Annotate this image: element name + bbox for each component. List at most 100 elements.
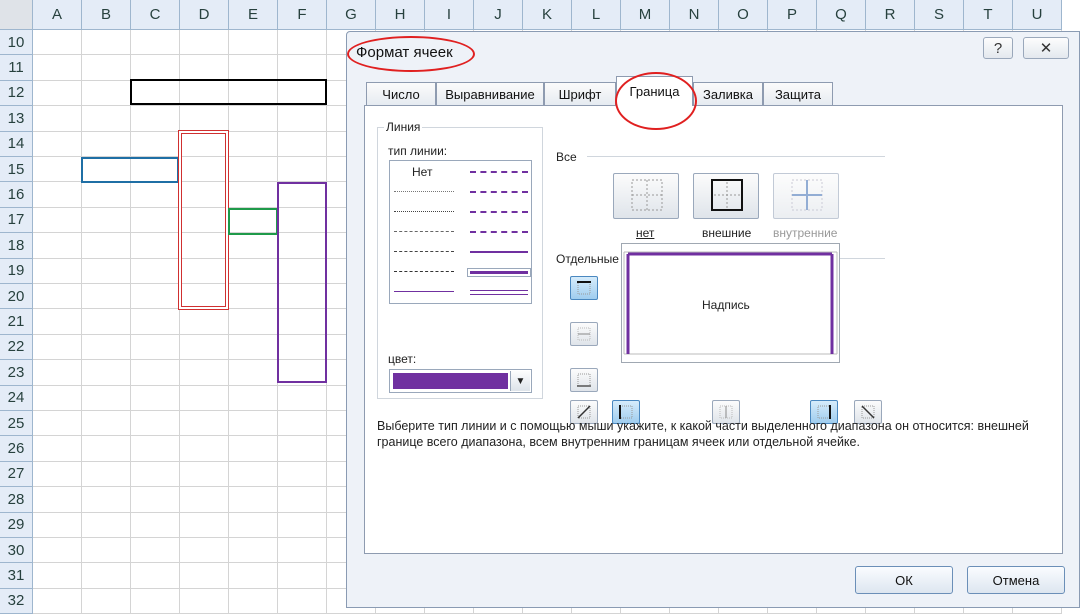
cell[interactable] (131, 360, 180, 386)
cell[interactable] (180, 436, 229, 462)
cell[interactable] (229, 106, 278, 132)
cell[interactable] (131, 563, 180, 589)
column-header-u[interactable]: U (1013, 0, 1062, 30)
cell[interactable] (229, 258, 278, 284)
column-header-e[interactable]: E (229, 0, 278, 30)
cell[interactable] (180, 385, 229, 411)
row-header-14[interactable]: 14 (0, 131, 33, 157)
cell[interactable] (33, 360, 82, 386)
cell[interactable] (131, 309, 180, 335)
cell[interactable] (131, 436, 180, 462)
cell[interactable] (82, 538, 131, 564)
cell[interactable] (82, 360, 131, 386)
cell[interactable] (131, 487, 180, 513)
cell[interactable] (278, 512, 327, 538)
cell[interactable] (180, 461, 229, 488)
row-header-31[interactable]: 31 (0, 563, 33, 589)
cell[interactable] (131, 538, 180, 564)
cell[interactable] (229, 233, 278, 259)
cell[interactable] (278, 157, 327, 183)
cell[interactable] (131, 284, 180, 310)
cell[interactable] (33, 55, 82, 81)
cell[interactable] (33, 284, 82, 310)
cell[interactable] (131, 461, 180, 488)
row-header-12[interactable]: 12 (0, 80, 33, 107)
line-style-slant-dashdot[interactable] (470, 191, 528, 193)
cell[interactable] (82, 487, 131, 513)
tab-number[interactable]: Число (366, 82, 436, 105)
row-header-23[interactable]: 23 (0, 360, 33, 386)
cell[interactable] (229, 131, 278, 157)
cell[interactable] (229, 30, 278, 56)
tab-font[interactable]: Шрифт (544, 82, 616, 105)
preset-outline-button[interactable] (693, 173, 759, 219)
column-header-g[interactable]: G (327, 0, 376, 30)
cell[interactable] (180, 30, 229, 56)
cell[interactable] (131, 55, 180, 81)
row-header-28[interactable]: 28 (0, 487, 33, 513)
cell[interactable] (278, 131, 327, 157)
cell[interactable] (229, 182, 278, 208)
cell[interactable] (229, 512, 278, 538)
cell[interactable] (229, 385, 278, 411)
row-header-32[interactable]: 32 (0, 588, 33, 614)
line-style-double[interactable] (470, 290, 528, 295)
cell[interactable] (33, 538, 82, 564)
cell[interactable] (229, 334, 278, 361)
cell[interactable] (33, 80, 82, 107)
cell[interactable] (131, 334, 180, 361)
column-header-m[interactable]: M (621, 0, 670, 30)
border-top-button[interactable] (570, 276, 598, 300)
line-style-medium[interactable] (470, 251, 528, 253)
line-style-medium-dashdot[interactable] (470, 211, 528, 213)
cell[interactable] (180, 538, 229, 564)
row-header-24[interactable]: 24 (0, 385, 33, 411)
cell[interactable] (180, 55, 229, 81)
cell[interactable] (33, 309, 82, 335)
cell[interactable] (82, 80, 131, 107)
column-header-p[interactable]: P (768, 0, 817, 30)
close-button[interactable]: ✕ (1023, 37, 1069, 59)
cell[interactable] (131, 588, 180, 614)
cell[interactable] (131, 207, 180, 234)
cell[interactable] (82, 563, 131, 589)
row-header-10[interactable]: 10 (0, 30, 33, 56)
cell[interactable] (278, 563, 327, 589)
cell[interactable] (82, 207, 131, 234)
line-style-dashdotdot[interactable] (394, 231, 454, 232)
line-style-none[interactable]: Нет (412, 165, 432, 179)
column-header-q[interactable]: Q (817, 0, 866, 30)
border-bottom-button[interactable] (570, 368, 598, 392)
cell[interactable] (180, 360, 229, 386)
cell[interactable] (82, 411, 131, 437)
column-header-r[interactable]: R (866, 0, 915, 30)
cell[interactable] (180, 309, 229, 335)
tab-fill[interactable]: Заливка (693, 82, 763, 105)
row-header-17[interactable]: 17 (0, 207, 33, 234)
cancel-button[interactable]: Отмена (967, 566, 1065, 594)
cell[interactable] (33, 106, 82, 132)
cell[interactable] (229, 360, 278, 386)
cell[interactable] (229, 157, 278, 183)
cell[interactable] (229, 284, 278, 310)
cell[interactable] (278, 461, 327, 488)
cell[interactable] (229, 411, 278, 437)
cell[interactable] (82, 284, 131, 310)
cell[interactable] (33, 385, 82, 411)
cell[interactable] (82, 461, 131, 488)
cell[interactable] (82, 131, 131, 157)
cell[interactable] (229, 309, 278, 335)
row-header-30[interactable]: 30 (0, 538, 33, 564)
row-header-11[interactable]: 11 (0, 55, 33, 81)
row-header-21[interactable]: 21 (0, 309, 33, 335)
line-style-dashdot[interactable] (394, 251, 454, 252)
cell[interactable] (82, 258, 131, 284)
tab-alignment[interactable]: Выравнивание (436, 82, 544, 105)
cell[interactable] (82, 106, 131, 132)
column-header-i[interactable]: I (425, 0, 474, 30)
cell[interactable] (131, 411, 180, 437)
column-header-b[interactable]: B (82, 0, 131, 30)
column-header-d[interactable]: D (180, 0, 229, 30)
cell[interactable] (33, 461, 82, 488)
cell[interactable] (229, 538, 278, 564)
